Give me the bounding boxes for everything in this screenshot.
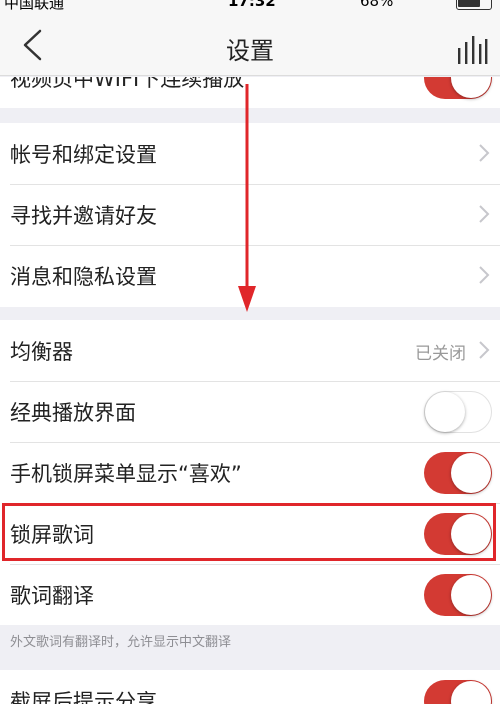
equalizer-status: 已关闭	[415, 344, 466, 364]
account-binding-row[interactable]: 帐号和绑定设置	[0, 123, 500, 184]
lockscreen-like-row: 手机锁屏菜单显示“喜欢”	[0, 442, 500, 503]
classic-player-toggle[interactable]	[424, 391, 492, 433]
classic-player-row: 经典播放界面	[0, 381, 500, 442]
battery-icon	[456, 0, 492, 10]
row-label: 帐号和绑定设置	[10, 143, 157, 167]
settings-section-player: 均衡器 已关闭 经典播放界面 手机锁屏菜单显示“喜欢” 锁屏歌词 歌词翻译	[0, 320, 500, 625]
chevron-right-icon	[479, 266, 490, 284]
lyrics-translation-toggle[interactable]	[424, 574, 492, 616]
screenshot-share-row[interactable]: 截屏后提示分享	[0, 670, 500, 704]
audio-level-icon[interactable]	[456, 34, 488, 64]
row-label: 歌词翻译	[10, 584, 94, 608]
row-label: 手机锁屏菜单显示“喜欢”	[10, 462, 242, 486]
message-privacy-row[interactable]: 消息和隐私设置	[0, 245, 500, 306]
lyrics-translation-row: 歌词翻译	[0, 564, 500, 625]
lockscreen-lyrics-toggle[interactable]	[424, 513, 492, 555]
page-title: 设置	[226, 37, 274, 65]
equalizer-row[interactable]: 均衡器 已关闭	[0, 320, 500, 381]
row-label: 经典播放界面	[10, 401, 136, 425]
wifi-autoplay-row[interactable]: 视频页中WIFI下连续播放	[0, 77, 500, 108]
row-label: 均衡器	[10, 340, 73, 364]
battery-percent: 68%	[360, 0, 394, 10]
carrier-label: 中国联通	[4, 0, 65, 12]
row-label: 消息和隐私设置	[10, 265, 157, 289]
screenshot-share-toggle[interactable]	[424, 680, 492, 704]
nav-bar: 设置	[0, 14, 500, 76]
chevron-right-icon	[479, 205, 490, 223]
lockscreen-like-toggle[interactable]	[424, 452, 492, 494]
row-label: 视频页中WIFI下连续播放	[10, 77, 245, 91]
status-bar: 中国联通 17:32 68%	[0, 0, 500, 14]
wifi-autoplay-toggle[interactable]	[424, 77, 492, 99]
settings-section-playback: 视频页中WIFI下连续播放	[0, 77, 500, 108]
chevron-right-icon	[479, 341, 490, 359]
status-time: 17:32	[228, 0, 276, 10]
row-label: 锁屏歌词	[10, 523, 94, 547]
chevron-right-icon	[479, 144, 490, 162]
lockscreen-lyrics-row: 锁屏歌词	[0, 503, 500, 564]
invite-friends-row[interactable]: 寻找并邀请好友	[0, 184, 500, 245]
lyrics-translation-footnote: 外文歌词有翻译时，允许显示中文翻译	[10, 635, 232, 650]
settings-section-share: 截屏后提示分享	[0, 670, 500, 704]
settings-section-account: 帐号和绑定设置 寻找并邀请好友 消息和隐私设置	[0, 123, 500, 307]
row-label: 截屏后提示分享	[10, 690, 157, 704]
row-label: 寻找并邀请好友	[10, 204, 157, 228]
